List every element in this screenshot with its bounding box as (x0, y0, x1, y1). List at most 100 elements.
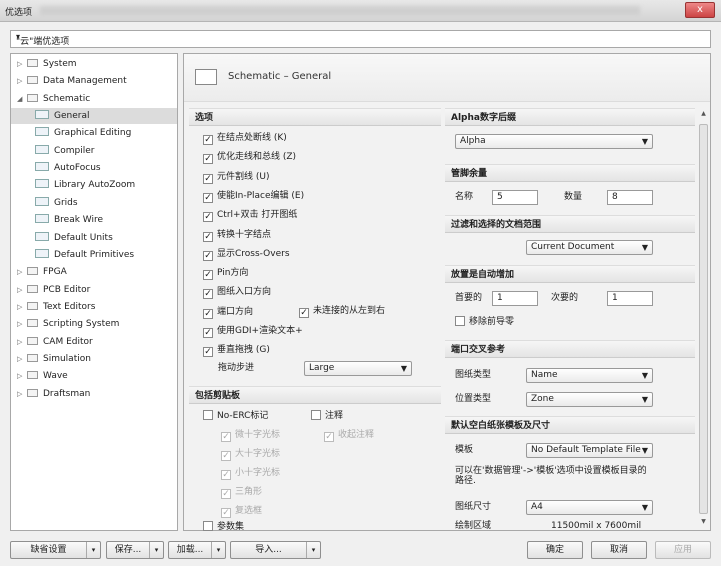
checkbox-box[interactable]: ✓ (203, 231, 213, 242)
tree-item[interactable]: General (11, 108, 177, 125)
checkbox-box[interactable]: ✓ (203, 192, 213, 203)
tree-item[interactable]: AutoFocus (35, 160, 101, 176)
collapsed-arrow-icon[interactable]: ▷ (17, 334, 27, 350)
params-checkbox[interactable]: 参数集 (203, 520, 244, 535)
scroll-down-icon[interactable]: ▼ (698, 518, 709, 530)
checkbox-box[interactable]: ✓ (203, 135, 213, 145)
scrollbar-thumb[interactable] (699, 124, 708, 514)
chevron-down-icon[interactable]: ▾ (306, 542, 320, 558)
chevron-down-icon: ▼ (641, 446, 648, 455)
checkbox-box[interactable]: ✓ (299, 308, 309, 318)
cancel-button[interactable]: 取消 (591, 541, 647, 559)
tree-item[interactable]: ▷ Data Management (17, 73, 127, 89)
option-checkbox[interactable]: ✓ Ctrl+双击 打开图纸 (203, 208, 297, 223)
auto-increment-section-header: 放置是自动增加 (445, 265, 695, 283)
tree-item[interactable]: ▷ System (17, 56, 77, 72)
tree-item[interactable]: Library AutoZoom (35, 177, 135, 193)
collapsed-arrow-icon[interactable]: ▷ (17, 73, 27, 89)
note-checkbox[interactable]: 注释 (311, 409, 343, 424)
location-type-label: 位置类型 (455, 394, 492, 404)
sheet-type-select[interactable]: Name ▼ (526, 368, 653, 383)
checkbox-box[interactable]: ✓ (203, 308, 213, 319)
tree-item[interactable]: ▷ CAM Editor (17, 334, 93, 350)
document-scope-select[interactable]: Current Document ▼ (526, 240, 653, 255)
collapsed-arrow-icon[interactable]: ▷ (17, 368, 27, 384)
tree-item[interactable]: ▷ FPGA (17, 264, 67, 280)
option-checkbox[interactable]: ✓ 在结点处断线 (K) (203, 131, 287, 146)
tree-item[interactable]: Default Units (35, 230, 113, 246)
sheet-size-select[interactable]: A4 ▼ (526, 500, 653, 515)
checkbox-box[interactable]: ✓ (203, 212, 213, 223)
option-checkbox[interactable]: ✓ 元件割线 (U) (203, 170, 269, 185)
collapsed-arrow-icon[interactable]: ▷ (17, 299, 27, 315)
primary-increment-input[interactable]: 1 (492, 291, 538, 306)
checkbox-box[interactable]: ✓ (203, 289, 213, 300)
tree-item[interactable]: Grids (35, 195, 78, 211)
tree-item[interactable]: Default Primitives (35, 247, 134, 263)
load-button[interactable]: 加载... ▾ (168, 541, 226, 559)
option-checkbox[interactable]: ✓ 垂直拖拽 (G) (203, 343, 270, 358)
preferences-path-combo[interactable]: "云"端优选项 ▾ (10, 30, 711, 48)
option-checkbox[interactable]: ✓ 使用GDI+渲染文本+ (203, 324, 303, 339)
chevron-down-icon[interactable]: ▾ (86, 542, 100, 558)
close-button[interactable]: x (685, 2, 715, 18)
expanded-arrow-icon[interactable]: ◢ (17, 91, 27, 107)
alpha-suffix-select[interactable]: Alpha ▼ (455, 134, 653, 149)
option-checkbox[interactable]: ✓ 转换十字结点 (203, 228, 271, 243)
defaults-button[interactable]: 缺省设置 ▾ (10, 541, 101, 559)
large-crosshair-checkbox[interactable]: ✓ 大十字光标 (221, 447, 280, 462)
tree-item[interactable]: Compiler (35, 143, 95, 159)
apply-button[interactable]: 应用 (655, 541, 711, 559)
tree-item[interactable]: ▷ PCB Editor (17, 282, 90, 298)
checkbox-box[interactable]: ✓ (203, 173, 213, 184)
checkbox-box[interactable]: ✓ (203, 347, 213, 358)
chevron-down-icon[interactable]: ▾ (211, 542, 225, 558)
option-checkbox[interactable]: ✓ 端口方向 (203, 305, 253, 320)
collapse-note-checkbox[interactable]: ✓ 收起注释 (324, 428, 374, 443)
tree-item-label: Library AutoZoom (54, 180, 136, 191)
tree-item[interactable]: ◢ Schematic (17, 91, 90, 107)
no-erc-checkbox[interactable]: No-ERC标记 (203, 409, 268, 424)
small-crosshair-checkbox[interactable]: ✓ 微十字光标 (221, 428, 280, 443)
unconnected-left-right-checkbox[interactable]: ✓ 未连接的从左到右 (299, 304, 385, 319)
save-button[interactable]: 保存... ▾ (106, 541, 164, 559)
tree-item[interactable]: ▷ Text Editors (17, 299, 95, 315)
chevron-down-icon[interactable]: ▾ (16, 32, 707, 41)
triangle-checkbox[interactable]: ✓ 三角形 (221, 485, 262, 500)
tree-item[interactable]: ▷ Wave (17, 368, 68, 384)
collapsed-arrow-icon[interactable]: ▷ (17, 264, 27, 280)
tree-item[interactable]: ▷ Simulation (17, 351, 91, 367)
collapsed-arrow-icon[interactable]: ▷ (17, 316, 27, 332)
option-checkbox[interactable]: ✓ Pin方向 (203, 266, 248, 281)
collapsed-arrow-icon[interactable]: ▷ (17, 351, 27, 367)
template-select[interactable]: No Default Template File ▼ (526, 443, 653, 458)
tree-item[interactable]: ▷ Draftsman (17, 386, 90, 402)
remove-leading-zeros-checkbox[interactable]: 移除前导零 (455, 315, 514, 330)
tree-item[interactable]: ▷ Scripting System (17, 316, 119, 332)
scroll-up-icon[interactable]: ▲ (698, 110, 709, 122)
option-checkbox[interactable]: ✓ 优化走线和总线 (Z) (203, 150, 296, 165)
vertical-scrollbar[interactable]: ▲ ▼ (698, 110, 709, 530)
checkbox-box[interactable]: ✓ (203, 250, 213, 261)
option-checkbox[interactable]: ✓ 使能In-Place编辑 (E) (203, 189, 304, 204)
tree-item[interactable]: Break Wire (35, 212, 103, 228)
ok-button[interactable]: 确定 (527, 541, 583, 559)
chevron-down-icon[interactable]: ▾ (149, 542, 163, 558)
tiny-crosshair-checkbox[interactable]: ✓ 小十字光标 (221, 466, 280, 481)
checkbox-box[interactable]: ✓ (203, 270, 213, 281)
pin-number-margin-input[interactable]: 8 (607, 190, 653, 205)
location-type-select[interactable]: Zone ▼ (526, 392, 653, 407)
option-checkbox[interactable]: ✓ 图纸入口方向 (203, 285, 271, 300)
collapsed-arrow-icon[interactable]: ▷ (17, 386, 27, 402)
collapsed-arrow-icon[interactable]: ▷ (17, 282, 27, 298)
option-checkbox[interactable]: ✓ 显示Cross-Overs (203, 247, 290, 262)
checkbox-box[interactable]: ✓ (203, 154, 213, 165)
tree-item[interactable]: Graphical Editing (35, 125, 131, 141)
import-button[interactable]: 导入... ▾ (230, 541, 321, 559)
pin-name-margin-input[interactable]: 5 (492, 190, 538, 205)
secondary-increment-input[interactable]: 1 (607, 291, 653, 306)
collapsed-arrow-icon[interactable]: ▷ (17, 56, 27, 72)
checkbox-checkbox[interactable]: ✓ 复选框 (221, 504, 262, 519)
drag-step-select[interactable]: Large ▼ (304, 361, 412, 376)
checkbox-box[interactable]: ✓ (203, 328, 213, 338)
